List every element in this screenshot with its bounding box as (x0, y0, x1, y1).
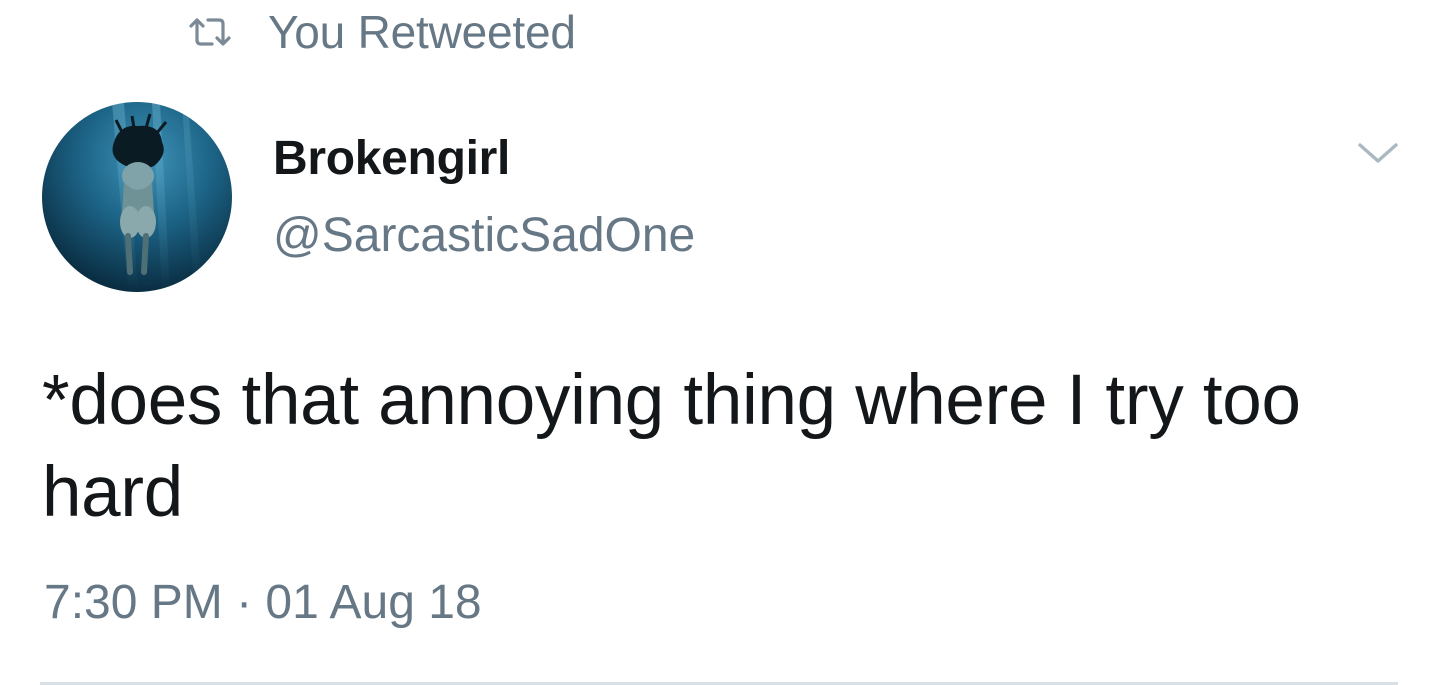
retweet-label: You Retweeted (268, 6, 576, 58)
avatar[interactable] (42, 102, 232, 292)
chevron-down-icon (1358, 143, 1398, 163)
user-handle[interactable]: @SarcasticSadOne (273, 208, 695, 263)
avatar-image (42, 102, 232, 292)
tweet-menu-button[interactable] (1355, 137, 1401, 167)
tweet-timestamp[interactable]: 7:30 PM · 01 Aug 18 (44, 575, 482, 630)
tweet-card[interactable]: You Retweeted Brokengirl @SarcasticSadOn… (0, 0, 1440, 685)
tweet-text: *does that annoying thing where I try to… (42, 361, 1301, 532)
social-context: You Retweeted (188, 6, 576, 58)
display-name[interactable]: Brokengirl (273, 131, 510, 186)
retweet-icon (189, 18, 231, 46)
